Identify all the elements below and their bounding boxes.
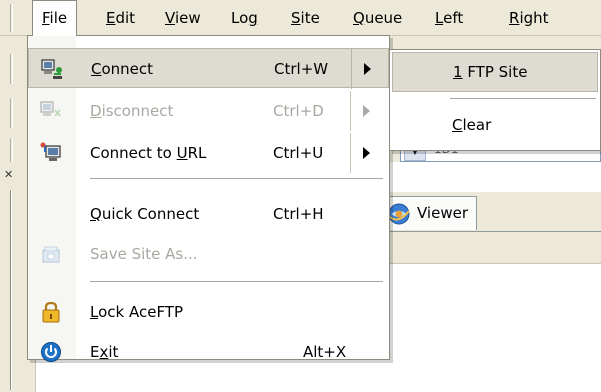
connect-url-shortcut: Ctrl+U xyxy=(273,144,324,162)
menu-log[interactable]: Log xyxy=(222,0,267,36)
disconnect-shortcut: Ctrl+D xyxy=(273,102,324,120)
quick-connect-shortcut: Ctrl+H xyxy=(273,205,324,223)
quick-connect-label-post: uick Connect xyxy=(101,205,200,223)
tab-viewer[interactable]: Viewer xyxy=(378,196,477,230)
disconnect-label-post: isconnect xyxy=(101,102,174,120)
menu-item-lock[interactable]: Lock AceFTP xyxy=(28,292,389,332)
menu-item-quick-connect[interactable]: Quick Connect Ctrl+H xyxy=(28,194,389,234)
menu-site[interactable]: Site xyxy=(282,0,329,36)
save-site-as-label: Save Site As... xyxy=(90,245,198,263)
menu-site-post: ite xyxy=(300,9,320,27)
disconnect-submenu-arrow xyxy=(350,91,386,131)
menu-item-disconnect: Disconnect Ctrl+D xyxy=(28,91,389,131)
submenu-arrow-icon xyxy=(363,147,370,159)
menu-view-post: iew xyxy=(174,9,201,27)
menu-log-pre: Lo xyxy=(231,9,249,27)
ftp-site-label-post: FTP Site xyxy=(462,63,528,81)
disconnect-icon xyxy=(40,100,62,122)
menu-right-mnemonic: R xyxy=(509,9,520,27)
connect-url-submenu-arrow[interactable] xyxy=(350,133,386,173)
menu-view[interactable]: View xyxy=(156,0,210,36)
ftp-site-label: 1 FTP Site xyxy=(453,53,527,91)
close-panel-icon[interactable]: ✕ xyxy=(4,168,13,181)
connect-label-post: onnect xyxy=(101,60,154,78)
disconnect-label-mnemonic: D xyxy=(90,102,102,120)
file-menu-dropdown: Connect Ctrl+W Disconnect Ctrl+D Connect… xyxy=(27,35,390,362)
menu-log-mnemonic: g xyxy=(248,9,258,27)
exit-label: Exit xyxy=(90,332,118,372)
menu-file-mnemonic: F xyxy=(42,9,50,27)
save-site-icon xyxy=(40,243,62,265)
connect-icon xyxy=(41,58,63,80)
menu-file-post: ile xyxy=(49,9,68,27)
connect-url-icon xyxy=(40,142,62,164)
menu-left-mnemonic: L xyxy=(435,9,444,27)
disconnect-label: Disconnect xyxy=(90,91,173,131)
lock-icon xyxy=(40,301,62,323)
lock-label-mnemonic: L xyxy=(90,303,99,321)
connect-shortcut: Ctrl+W xyxy=(274,60,329,78)
tab-viewer-label: Viewer xyxy=(417,204,468,222)
connect-label: Connect xyxy=(91,49,153,89)
submenu-item-clear[interactable]: Clear xyxy=(392,106,598,146)
toolbar-grip-1[interactable] xyxy=(10,54,13,84)
viewer-icon xyxy=(387,202,411,226)
menu-file[interactable]: File xyxy=(32,0,78,36)
menu-item-save-site-as: Save Site As... xyxy=(28,234,389,274)
clear-label: Clear xyxy=(452,106,491,144)
connect-submenu-arrow[interactable] xyxy=(351,49,387,89)
menu-item-connect-url[interactable]: Connect to URL Ctrl+U xyxy=(28,133,389,173)
exit-icon xyxy=(40,341,62,363)
menu-view-mnemonic: V xyxy=(165,9,175,27)
submenu-separator xyxy=(450,98,596,99)
exit-label-post: it xyxy=(108,343,119,361)
toolbar-grip-2[interactable] xyxy=(10,98,13,128)
menubar-grip[interactable] xyxy=(10,4,13,32)
submenu-arrow-icon xyxy=(363,105,370,117)
submenu-item-ftp-site[interactable]: 1 FTP Site xyxy=(392,52,598,92)
quick-connect-label-mnemonic: Q xyxy=(90,205,102,223)
menu-queue-mnemonic: Q xyxy=(353,9,365,27)
menu-right-post: ight xyxy=(519,9,549,27)
exit-shortcut: Alt+X xyxy=(303,343,347,361)
menu-separator xyxy=(90,178,383,179)
menu-separator xyxy=(90,281,383,282)
menu-left-post: eft xyxy=(443,9,464,27)
menu-site-mnemonic: S xyxy=(291,9,301,27)
menu-queue-post: ueue xyxy=(364,9,403,27)
menu-edit-post: dit xyxy=(115,9,136,27)
connect-url-label-post: RL xyxy=(187,144,207,162)
menu-edit[interactable]: Edit xyxy=(97,0,144,36)
ftp-site-label-mnemonic: 1 xyxy=(453,63,463,81)
connect-url-label-mnemonic: U xyxy=(176,144,188,162)
lock-label: Lock AceFTP xyxy=(90,292,183,332)
connect-submenu: 1 FTP Site Clear xyxy=(389,49,601,151)
quick-connect-label: Quick Connect xyxy=(90,194,199,234)
connect-url-label: Connect to URL xyxy=(90,133,206,173)
connect-url-label-pre: Connect to xyxy=(90,144,177,162)
menu-queue[interactable]: Queue xyxy=(344,0,411,36)
connect-label-mnemonic: C xyxy=(91,60,102,78)
menu-item-exit[interactable]: Exit Alt+X xyxy=(28,332,389,372)
submenu-arrow-icon xyxy=(364,63,371,75)
clear-label-mnemonic: C xyxy=(452,116,463,134)
menu-item-connect[interactable]: Connect Ctrl+W xyxy=(28,48,389,89)
lock-label-post: ock AceFTP xyxy=(98,303,184,321)
menu-right[interactable]: Right xyxy=(500,0,558,36)
panel-splitter[interactable] xyxy=(10,190,12,390)
toolbar-grip-3[interactable] xyxy=(10,138,13,162)
menu-left[interactable]: Left xyxy=(426,0,472,36)
clear-label-post: lear xyxy=(462,116,492,134)
